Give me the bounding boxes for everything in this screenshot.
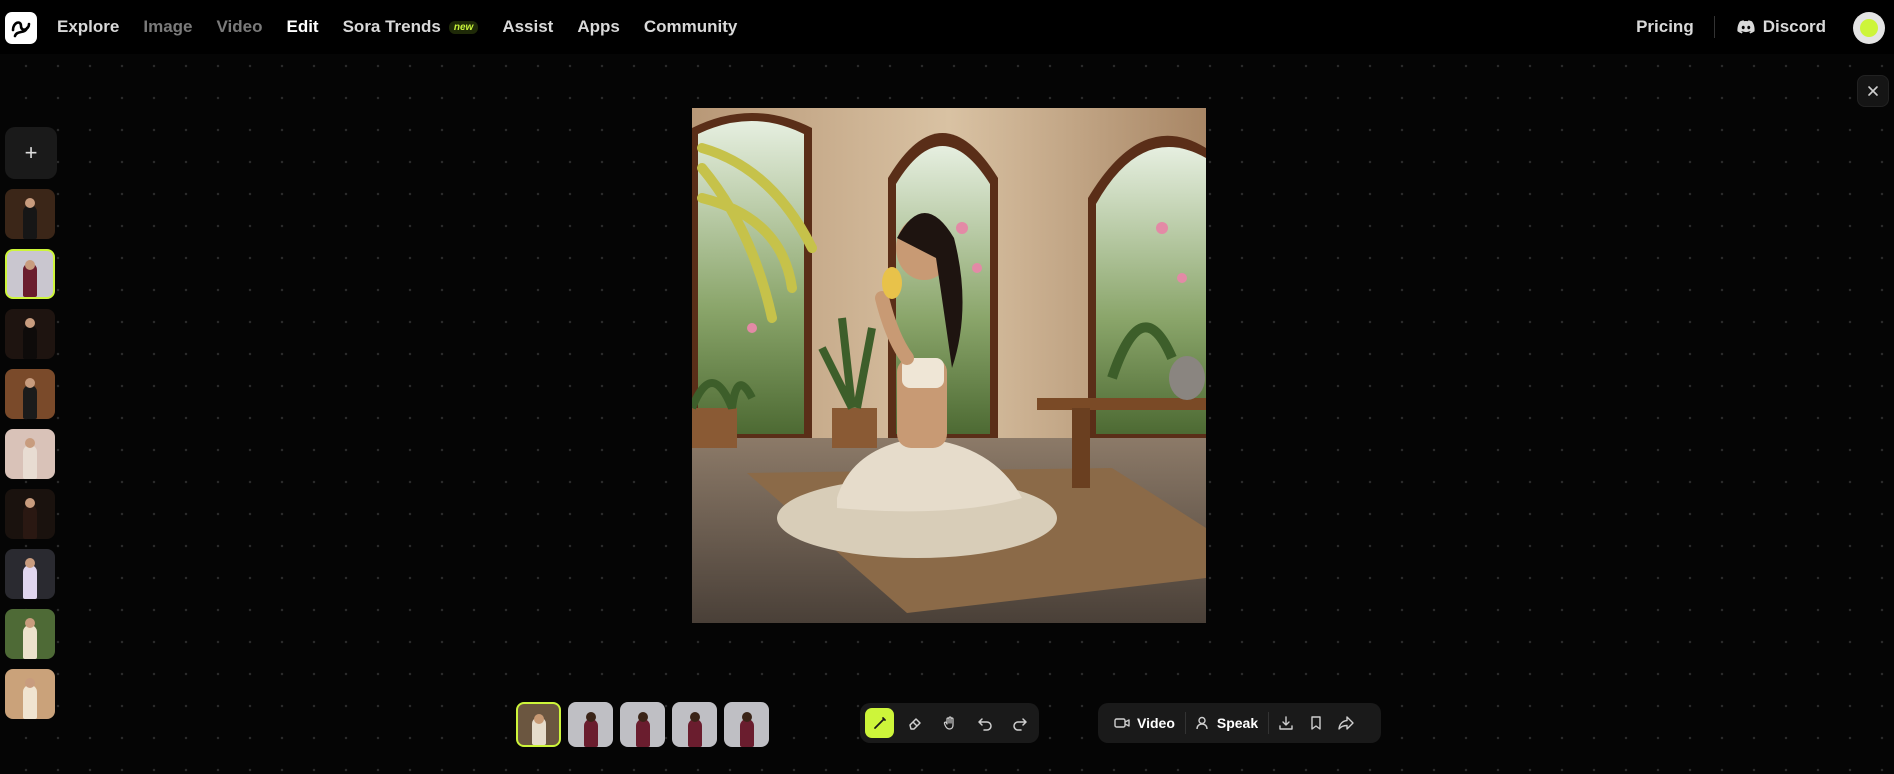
variant-figure [739, 719, 754, 747]
variant-thumbnail[interactable] [516, 702, 561, 747]
variant-thumbnails [516, 702, 769, 747]
undo-button[interactable] [970, 708, 999, 738]
history-thumbnail[interactable] [5, 669, 55, 719]
download-icon [1279, 716, 1293, 730]
close-button[interactable] [1857, 75, 1889, 107]
edit-tools-bar [860, 703, 1039, 743]
thumbnail-head [25, 438, 35, 448]
history-thumbnail[interactable] [5, 309, 55, 359]
brush-tool-button[interactable] [865, 708, 894, 738]
undo-icon [977, 718, 992, 731]
thumbnail-figure [23, 325, 37, 359]
nav-community[interactable]: Community [644, 17, 738, 37]
variant-figure [635, 719, 650, 747]
history-sidebar: + [5, 127, 57, 719]
variant-head [741, 712, 752, 722]
discord-link[interactable]: Discord [1737, 17, 1826, 37]
thumbnail-list [5, 189, 57, 719]
thumbnail-head [25, 260, 35, 270]
main-nav: Explore Image Video Edit Sora Trends new… [57, 0, 737, 54]
nav-image[interactable]: Image [143, 17, 192, 37]
avatar-dot [1860, 19, 1878, 37]
thumbnail-figure [23, 385, 37, 419]
variant-head [637, 712, 648, 722]
variant-figure [687, 719, 702, 747]
share-button[interactable] [1331, 708, 1361, 738]
user-avatar[interactable] [1853, 12, 1885, 44]
thumbnail-head [25, 618, 35, 628]
discord-icon [1737, 20, 1755, 34]
nav-video[interactable]: Video [217, 17, 263, 37]
thumbnail-figure [23, 565, 37, 599]
bookmark-icon [1311, 716, 1321, 730]
history-thumbnail[interactable] [5, 609, 55, 659]
action-divider [1268, 712, 1270, 734]
thumbnail-head [25, 318, 35, 328]
variant-head [533, 714, 544, 724]
history-thumbnail[interactable] [5, 429, 55, 479]
thumbnail-figure [23, 505, 37, 539]
eraser-icon [908, 718, 921, 730]
right-nav: Pricing Discord [1636, 0, 1826, 54]
video-button-label: Video [1137, 715, 1175, 731]
action-bar: Video Speak [1098, 703, 1381, 743]
add-image-button[interactable]: + [5, 127, 57, 179]
variant-figure [583, 719, 598, 747]
nav-edit[interactable]: Edit [286, 17, 318, 37]
pricing-link[interactable]: Pricing [1636, 17, 1714, 37]
history-thumbnail[interactable] [5, 549, 55, 599]
video-camera-icon [1114, 718, 1130, 728]
history-thumbnail[interactable] [5, 249, 55, 299]
thumbnail-figure [23, 205, 37, 239]
share-icon [1338, 716, 1354, 730]
close-icon [1868, 86, 1878, 96]
speak-button-label: Speak [1216, 715, 1259, 731]
nav-explore[interactable]: Explore [57, 17, 119, 37]
variant-head [689, 712, 700, 722]
thumbnail-figure [23, 445, 37, 479]
variant-thumbnail[interactable] [672, 702, 717, 747]
video-button[interactable]: Video [1106, 708, 1183, 738]
top-navigation-bar: Explore Image Video Edit Sora Trends new… [0, 0, 1894, 54]
action-divider [1184, 712, 1186, 734]
bookmark-button[interactable] [1301, 708, 1331, 738]
thumbnail-head [25, 498, 35, 508]
variant-thumbnail[interactable] [724, 702, 769, 747]
app-logo-icon[interactable] [5, 12, 37, 44]
new-badge: new [448, 20, 479, 34]
hand-tool-button[interactable] [935, 708, 964, 738]
history-thumbnail[interactable] [5, 489, 55, 539]
nav-assist[interactable]: Assist [502, 17, 553, 37]
thumbnail-head [25, 558, 35, 568]
thumbnail-figure [23, 685, 37, 719]
variant-thumbnail[interactable] [568, 702, 613, 747]
variant-thumbnail[interactable] [620, 702, 665, 747]
history-thumbnail[interactable] [5, 369, 55, 419]
redo-icon [1012, 718, 1027, 731]
eraser-tool-button[interactable] [900, 708, 929, 738]
hand-icon [943, 716, 954, 730]
nav-divider [1713, 16, 1715, 38]
discord-label: Discord [1762, 17, 1826, 36]
thumbnail-head [25, 378, 35, 388]
thumbnail-head [25, 678, 35, 688]
history-thumbnail[interactable] [5, 189, 55, 239]
person-icon [1196, 716, 1208, 730]
main-image [692, 108, 1206, 623]
plus-icon: + [24, 140, 38, 165]
nav-sora-trends[interactable]: Sora Trends new [343, 17, 479, 37]
brush-icon [873, 717, 886, 729]
thumbnail-head [25, 198, 35, 208]
main-image-canvas[interactable] [692, 108, 1206, 623]
redo-button[interactable] [1005, 708, 1034, 738]
nav-apps[interactable]: Apps [577, 17, 620, 37]
speak-button[interactable]: Speak [1188, 708, 1266, 738]
download-button[interactable] [1271, 708, 1301, 738]
variant-head [585, 712, 596, 722]
thumbnail-figure [23, 625, 37, 659]
